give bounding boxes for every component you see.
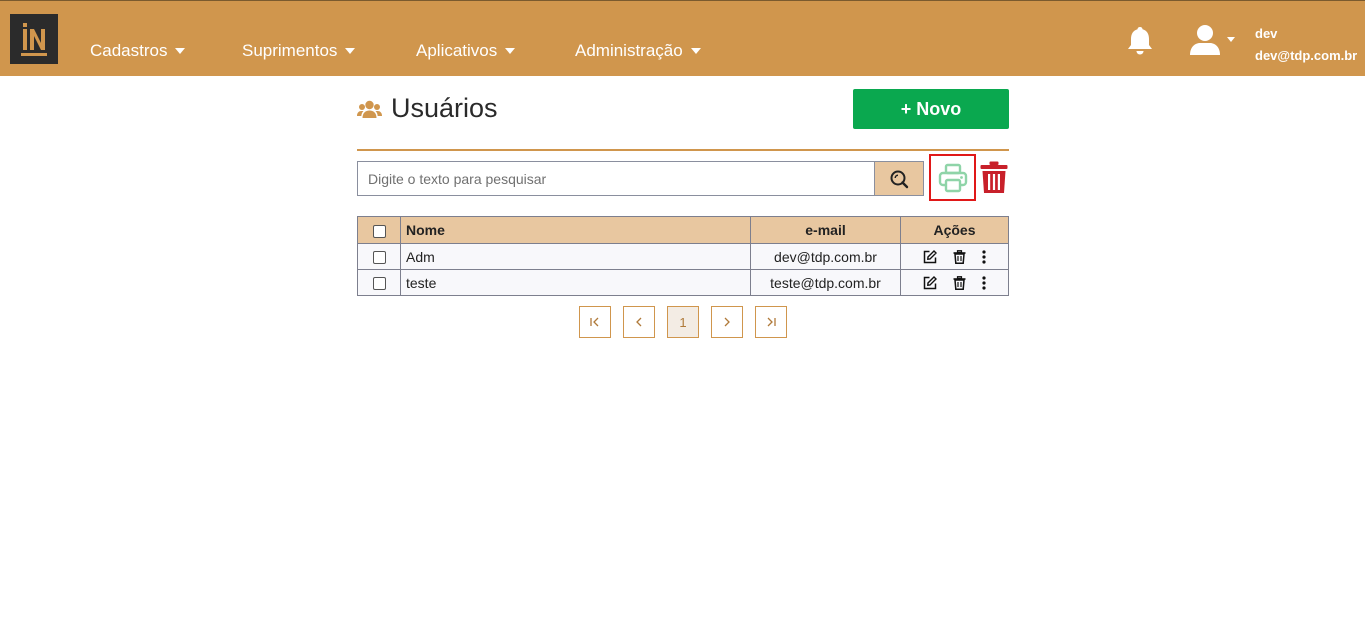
chevron-right-icon: [724, 317, 730, 327]
search-button[interactable]: [874, 161, 924, 196]
nav-aplicativos[interactable]: Aplicativos: [416, 41, 516, 61]
next-page-button[interactable]: [711, 306, 743, 338]
row-check-cell: [357, 269, 401, 296]
search-icon: [890, 170, 909, 188]
user-email: dev@tdp.com.br: [1255, 48, 1358, 63]
edit-icon[interactable]: [923, 275, 937, 290]
chevron-down-icon: [175, 48, 186, 54]
row-checkbox[interactable]: [372, 251, 386, 265]
row-email: teste@tdp.com.br: [750, 269, 901, 296]
header-name[interactable]: Nome: [400, 216, 751, 244]
chevron-left-icon: [636, 317, 642, 327]
header-actions: Ações: [900, 216, 1009, 244]
first-page-button[interactable]: [579, 306, 611, 338]
delete-selected-trash-icon[interactable]: [980, 161, 1008, 194]
chevron-down-icon: [505, 48, 516, 54]
nav-administracao[interactable]: Administração: [575, 41, 701, 61]
header-email[interactable]: e-mail: [750, 216, 901, 244]
chevron-down-icon: [345, 48, 356, 54]
trash-icon[interactable]: [953, 275, 966, 290]
search-input[interactable]: [357, 161, 875, 196]
row-checkbox[interactable]: [372, 277, 386, 291]
select-all-cell: [357, 216, 401, 244]
first-page-icon: [590, 317, 599, 327]
nav-suprimentos-label: Suprimentos: [242, 41, 338, 60]
row-actions: [900, 269, 1009, 296]
nav-cadastros-label: Cadastros: [90, 41, 168, 60]
row-actions: [900, 243, 1009, 270]
page-1-button[interactable]: 1: [667, 306, 699, 338]
top-navbar: Cadastros Suprimentos Aplicativos Admini…: [0, 0, 1365, 76]
new-user-button[interactable]: + Novo: [853, 89, 1009, 129]
select-all-checkbox[interactable]: [372, 224, 386, 238]
users-table: Nome e-mail Ações Adm dev@tdp.com.br tes…: [357, 216, 1009, 296]
printer-icon: [938, 163, 967, 192]
trash-icon[interactable]: [953, 249, 966, 264]
users-icon: [357, 100, 382, 118]
table-header-row: Nome e-mail Ações: [357, 216, 1009, 244]
page-title: Usuários: [391, 93, 498, 123]
last-page-button[interactable]: [755, 306, 787, 338]
row-name: teste: [400, 269, 751, 296]
more-vertical-icon[interactable]: [982, 275, 986, 290]
nav-cadastros[interactable]: Cadastros: [90, 41, 186, 61]
prev-page-button[interactable]: [623, 306, 655, 338]
row-name: Adm: [400, 243, 751, 270]
nav-aplicativos-label: Aplicativos: [416, 41, 498, 60]
nav-suprimentos[interactable]: Suprimentos: [242, 41, 356, 61]
row-check-cell: [357, 243, 401, 270]
last-page-icon: [767, 317, 776, 327]
row-email: dev@tdp.com.br: [750, 243, 901, 270]
chevron-down-icon: [690, 48, 701, 54]
table-row[interactable]: Adm dev@tdp.com.br: [357, 243, 1009, 270]
print-button[interactable]: [929, 154, 976, 201]
nav-administracao-label: Administração: [575, 41, 683, 60]
user-name: dev: [1255, 26, 1278, 41]
more-vertical-icon[interactable]: [982, 249, 986, 264]
user-avatar-icon[interactable]: [1188, 24, 1222, 56]
table-row[interactable]: teste teste@tdp.com.br: [357, 269, 1009, 296]
bell-icon[interactable]: [1126, 25, 1154, 55]
edit-icon[interactable]: [923, 249, 937, 264]
user-menu-chevron-icon[interactable]: [1227, 37, 1235, 42]
app-logo[interactable]: [10, 14, 58, 64]
title-divider: [357, 149, 1009, 151]
